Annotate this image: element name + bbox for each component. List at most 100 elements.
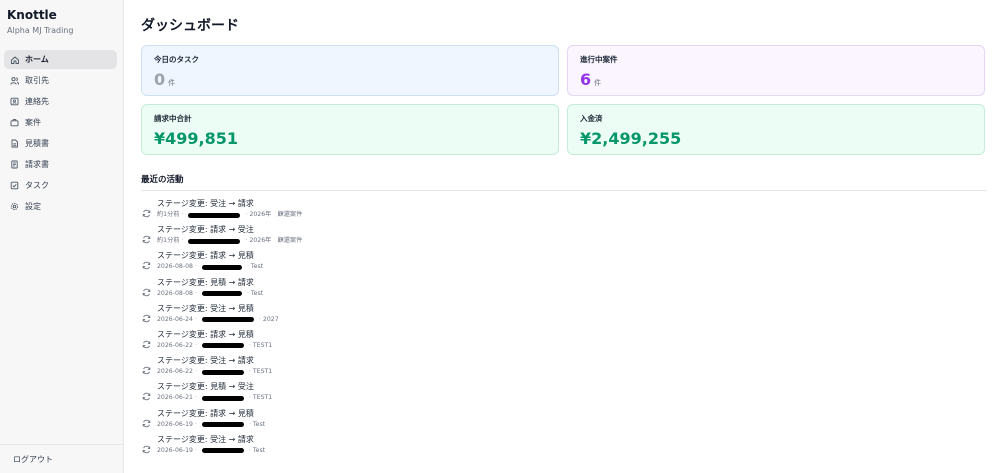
- sidebar-item-1[interactable]: 取引先: [4, 71, 117, 90]
- activity-title: ステージ変更: 見積 → 請求: [157, 277, 254, 287]
- sidebar-item-4[interactable]: 見積書: [4, 134, 117, 153]
- divider: [141, 190, 987, 191]
- activity-time: 2026-08-08: [157, 263, 193, 271]
- sidebar-item-0[interactable]: ホーム: [4, 50, 117, 69]
- activity-meta: 2026-08-08 · · Test: [157, 289, 264, 297]
- activity-item[interactable]: ステージ変更: 請求 → 見積 2026-08-08 · · Test: [141, 251, 841, 277]
- activity-time: 2026-06-24: [157, 315, 193, 323]
- sidebar: Knottle Alpha MJ Trading ホーム取引先連絡先案件見積書請…: [0, 0, 124, 473]
- invoice-icon: [10, 160, 19, 169]
- activity-deal: Test: [250, 263, 264, 271]
- activity-item[interactable]: ステージ変更: 見積 → 請求 2026-08-08 · · Test: [141, 278, 841, 304]
- activity-title: ステージ変更: 受注 → 請求: [157, 199, 254, 208]
- recent-activity-title: 最近の活動: [141, 175, 184, 185]
- card-today-tasks[interactable]: 今日のタスク 0件: [141, 45, 559, 96]
- activity-deal: 2026年 顧還案件: [249, 237, 303, 245]
- activity-meta: 2026-06-19 · · Test: [157, 420, 266, 428]
- activity-title: ステージ変更: 請求 → 見積: [157, 329, 254, 339]
- redaction-bar: [201, 343, 244, 349]
- activity-time: 2026-06-22: [157, 368, 193, 376]
- activity-time: 2026-06-19: [157, 446, 193, 454]
- activity-meta: 2026-06-22 · · TEST1: [157, 341, 273, 349]
- activity-title: ステージ変更: 受注 → 請求: [157, 434, 254, 444]
- activity-meta: 約1分前 · · 2026年 顧還案件: [157, 211, 303, 218]
- briefcase-icon: [10, 118, 19, 127]
- activity-time: 約1分前: [157, 211, 180, 218]
- gear-icon: [10, 202, 19, 211]
- activity-meta: 2026-06-22 · · TEST1: [157, 368, 273, 376]
- refresh-icon: [142, 413, 151, 427]
- activity-meta: 2026-08-08 · · Test: [157, 263, 264, 271]
- sidebar-item-5[interactable]: 請求書: [4, 155, 117, 174]
- activity-title: ステージ変更: 請求 → 見積: [157, 251, 254, 261]
- users-icon: [10, 76, 19, 85]
- page-title: ダッシュボード: [141, 18, 239, 34]
- home-icon: [10, 55, 19, 64]
- activity-item[interactable]: ステージ変更: 受注 → 請求 2026-06-22 · · TEST1: [141, 356, 841, 382]
- sidebar-item-label: 連絡先: [25, 97, 49, 106]
- card-unit: 件: [168, 79, 176, 87]
- sidebar-item-label: 案件: [25, 118, 41, 127]
- refresh-icon: [142, 308, 151, 323]
- refresh-icon: [142, 334, 151, 349]
- refresh-icon: [142, 282, 151, 296]
- sidebar-item-6[interactable]: タスク: [4, 176, 117, 195]
- activity-item[interactable]: ステージ変更: 受注 → 請求 2026-06-19 · · Test: [141, 435, 841, 461]
- card-value: ¥2,499,255: [580, 129, 682, 148]
- redaction-bar: [188, 212, 241, 218]
- card-value: 6: [580, 70, 592, 89]
- refresh-icon: [142, 386, 151, 401]
- brand: Knottle Alpha MJ Trading: [7, 8, 73, 36]
- card-label: 今日のタスク: [154, 55, 199, 64]
- redaction-bar: [201, 317, 254, 323]
- activity-title: ステージ変更: 請求 → 見積: [157, 408, 254, 418]
- logout-area: ログアウト: [0, 444, 123, 473]
- activity-item[interactable]: ステージ変更: 見積 → 受注 2026-06-21 · · TEST1: [141, 382, 841, 408]
- redaction-bar: [201, 422, 244, 427]
- card-label: 進行中案件: [580, 55, 618, 64]
- brand-subtitle: Alpha MJ Trading: [7, 26, 74, 35]
- activity-item[interactable]: ステージ変更: 受注 → 見積 2026-06-24 · · 2027: [141, 304, 841, 330]
- sidebar-item-7[interactable]: 設定: [4, 197, 117, 216]
- activity-title: ステージ変更: 受注 → 見積: [157, 303, 254, 313]
- sidebar-nav: ホーム取引先連絡先案件見積書請求書タスク設定: [4, 50, 117, 218]
- card-billing-total[interactable]: 請求中合計 ¥499,851: [141, 104, 559, 155]
- activity-title: ステージ変更: 請求 → 受注: [157, 225, 254, 235]
- activity-meta: 2026-06-19 · · Test: [157, 446, 266, 454]
- redaction-bar: [201, 264, 242, 270]
- sidebar-item-label: 取引先: [25, 76, 49, 85]
- refresh-icon: [142, 229, 151, 244]
- activity-list: ステージ変更: 受注 → 請求 約1分前 · · 2026年 顧還案件 ステージ変更: 請…: [141, 199, 841, 461]
- refresh-icon: [142, 360, 151, 375]
- activity-time: 2026-06-22: [157, 341, 193, 349]
- brand-name: Knottle: [7, 8, 57, 22]
- activity-deal: Test: [250, 289, 264, 297]
- logout-button[interactable]: ログアウト: [13, 454, 53, 465]
- document-icon: [10, 139, 19, 148]
- redaction-bar: [201, 369, 244, 375]
- card-label: 入金済: [580, 114, 603, 123]
- card-value: 0: [154, 70, 166, 89]
- sidebar-item-label: 設定: [25, 202, 41, 211]
- sidebar-item-label: 見積書: [25, 139, 49, 148]
- sidebar-item-label: ホーム: [25, 55, 49, 64]
- card-active-deals[interactable]: 進行中案件 6件: [567, 45, 985, 96]
- card-label: 請求中合計: [154, 114, 192, 123]
- activity-meta: 2026-06-21 · · TEST1: [157, 394, 273, 402]
- activity-time: 約1分前: [157, 237, 180, 245]
- refresh-icon: [142, 255, 151, 270]
- contact-card-icon: [10, 97, 19, 106]
- activity-deal: 2027: [262, 315, 279, 323]
- activity-deal: Test: [252, 420, 266, 428]
- card-value: ¥499,851: [154, 129, 239, 148]
- sidebar-item-label: タスク: [25, 181, 49, 190]
- activity-time: 2026-06-19: [157, 420, 193, 428]
- activity-time: 2026-06-21: [157, 394, 193, 402]
- activity-item[interactable]: ステージ変更: 請求 → 見積 2026-06-19 · · Test: [141, 409, 841, 435]
- activity-item[interactable]: ステージ変更: 受注 → 請求約1分前 · · 2026年 顧還案件: [141, 199, 841, 225]
- card-paid-total[interactable]: 入金済 ¥2,499,255: [567, 104, 985, 155]
- sidebar-item-3[interactable]: 案件: [4, 113, 117, 132]
- activity-item[interactable]: ステージ変更: 請求 → 受注 約1分前 · · 2026年 顧還案件: [141, 225, 841, 251]
- activity-item[interactable]: ステージ変更: 請求 → 見積 2026-06-22 · · TEST1: [141, 330, 841, 356]
- sidebar-item-2[interactable]: 連絡先: [4, 92, 117, 111]
